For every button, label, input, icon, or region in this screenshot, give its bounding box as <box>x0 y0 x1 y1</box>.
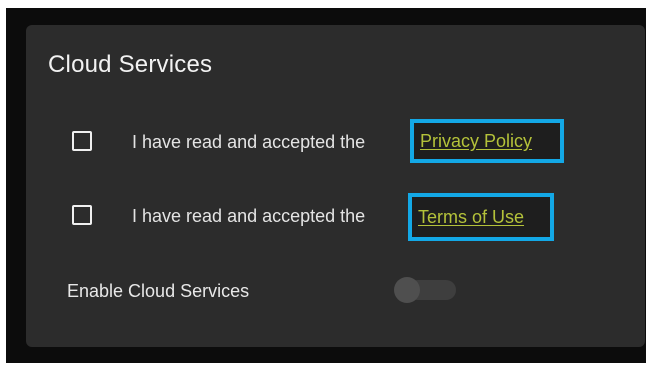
terms-of-use-link[interactable]: Terms of Use <box>418 207 524 228</box>
terms-of-use-link-highlight: Terms of Use <box>408 193 554 241</box>
terms-of-use-checkbox[interactable] <box>72 205 92 225</box>
enable-cloud-services-toggle[interactable] <box>394 277 458 303</box>
terms-of-use-agreement-text: I have read and accepted the <box>132 206 366 226</box>
privacy-policy-link-highlight: Privacy Policy <box>410 119 564 163</box>
privacy-policy-agreement-text: I have read and accepted the <box>132 132 366 152</box>
enable-cloud-services-label: Enable Cloud Services <box>67 281 250 301</box>
privacy-policy-checkbox[interactable] <box>72 131 92 151</box>
toggle-knob <box>394 277 420 303</box>
card-title: Cloud Services <box>48 51 213 78</box>
cloud-services-card: Cloud Services I have read and accepted … <box>26 25 645 347</box>
privacy-policy-link[interactable]: Privacy Policy <box>420 131 532 152</box>
